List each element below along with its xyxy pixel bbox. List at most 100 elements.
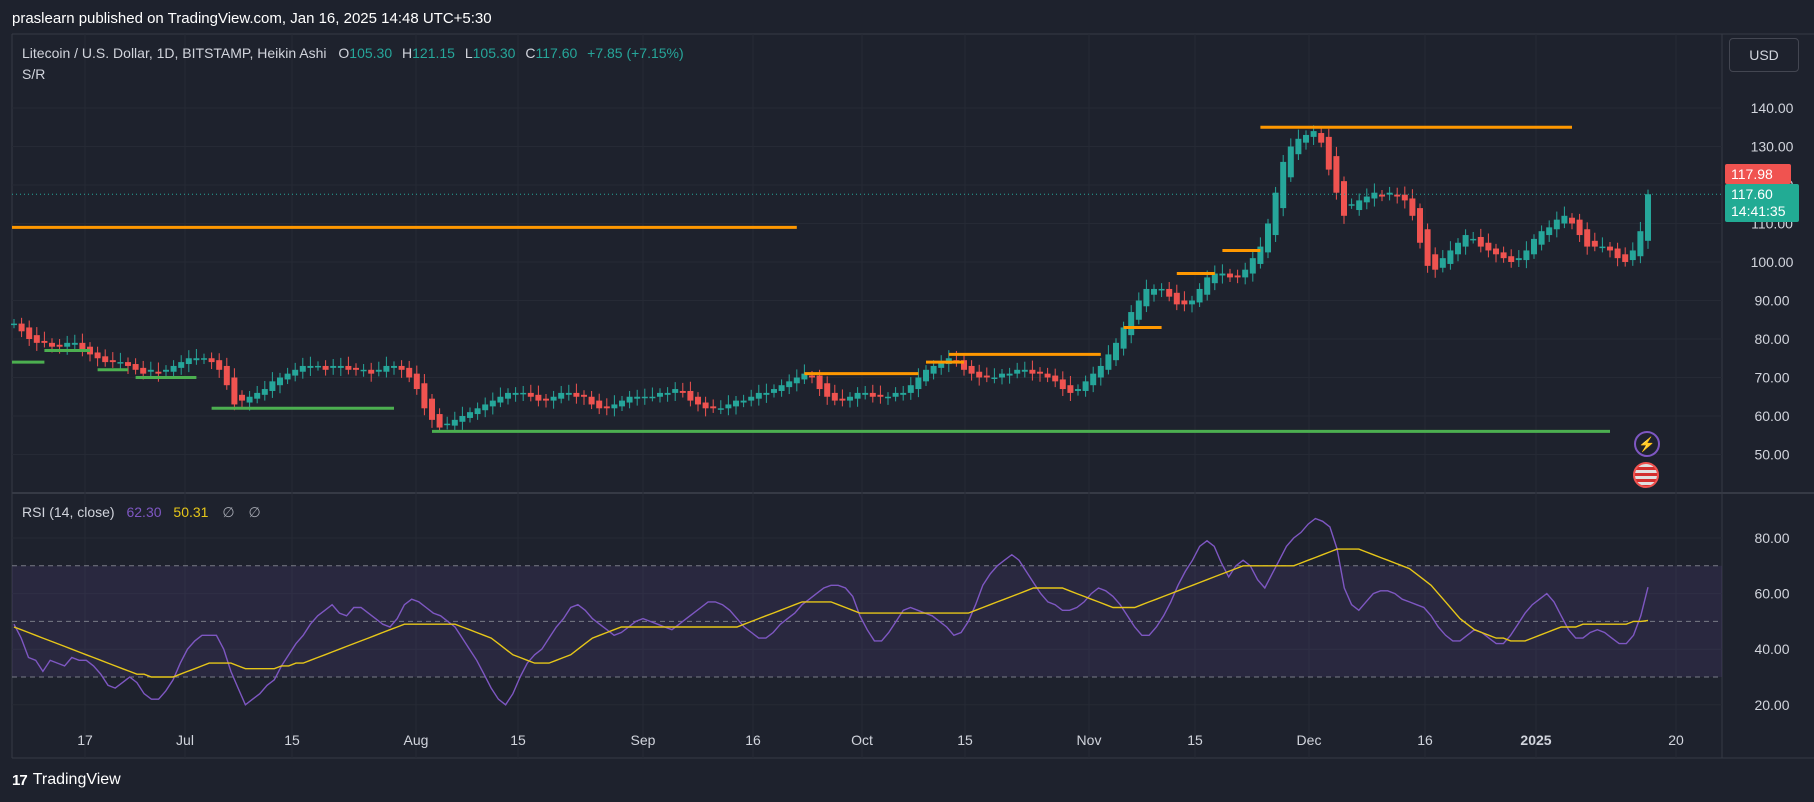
candle-body [1242,269,1249,278]
chart-canvas[interactable]: 17 Jul 15 Aug 15 Sep 16 Oct 15 Nov 15 Dec 16 2025 20 14… [0,0,1814,802]
candle-body [543,398,549,401]
candle-body [550,396,557,401]
candle-body [33,335,40,343]
candle-body [1135,300,1142,320]
candle-body [1303,134,1309,143]
candle-body [1181,300,1188,305]
change-value: +7.85 (+7.15%) [587,45,684,61]
candle-body [497,396,504,403]
candle-body [1629,250,1636,261]
candle-body [930,365,937,374]
us-flag-event-icon[interactable] [1633,462,1659,488]
candle-body [239,394,245,401]
candle-body [284,373,291,380]
candle-body [474,408,481,415]
rsi-tick-label: 40.00 [1754,641,1789,657]
candle-body [1014,369,1021,374]
candle-body [178,362,185,368]
close-label: C [525,45,536,61]
time-tick-label: 17 [77,732,93,748]
candle-body [429,398,435,420]
candle-body [56,344,63,347]
candle-body [1584,229,1591,247]
candle-body [626,396,633,403]
candle-body [1508,256,1515,262]
low-value: 105.30 [472,45,516,61]
rsi-title[interactable]: RSI (14, close) [22,504,115,520]
candle-body [1059,379,1066,390]
candle-body [695,396,701,405]
candle-body [467,412,473,418]
candle-body [1538,231,1545,245]
candle-body [1493,248,1499,255]
candle-body [1546,227,1553,236]
candle-body [1006,373,1013,376]
candle-body [330,365,337,368]
candle-body [185,358,192,365]
candle-body [869,392,876,397]
candle-body [459,416,466,422]
candle-body [1090,373,1097,386]
candle-body [771,389,777,393]
candle-body [1455,242,1461,255]
lightning-event-icon[interactable]: ⚡ [1634,431,1660,457]
candle-body [535,394,542,401]
candle-body [1394,194,1401,197]
candle-body [1333,156,1340,193]
candle-body [505,392,511,399]
open-label: O [338,45,350,61]
candle-body [140,367,147,374]
candle-body [345,365,352,370]
candle-body [1325,136,1332,170]
brand-name: TradingView [32,771,121,788]
candle-body [824,383,831,397]
candle-body [315,365,321,368]
candle-body [1318,133,1325,143]
symbol-title[interactable]: Litecoin / U.S. Dollar, 1D, BITSTAMP, He… [22,45,327,61]
last-price-tag: 117.60 14:41:35 [1725,184,1799,222]
candle-body [520,392,527,395]
candle-body [725,404,732,409]
candle-body [1477,236,1484,247]
rsi-tick-label: 80.00 [1754,530,1789,546]
candle-body [117,362,124,364]
candle-body [1067,385,1074,393]
candle-body [755,392,762,399]
candle-body [558,392,565,399]
price-tick-label: 80.00 [1754,331,1789,347]
time-tick-label: Jul [176,732,194,748]
price-tick-label: 100.00 [1751,254,1794,270]
candle-body [1432,254,1439,270]
candle-body [147,369,154,372]
candle-body [1249,258,1256,274]
candle-body [619,400,625,407]
sr-indicator-label[interactable]: S/R [22,66,45,82]
price-tick-label: 50.00 [1754,447,1789,463]
candle-body [11,323,17,326]
candle-body [277,377,283,386]
candle-body [923,369,929,382]
low-label: L [464,45,473,61]
candle-body [679,390,686,393]
candle-body [322,365,329,370]
candle-body [793,377,800,384]
candle-body [641,396,648,399]
candle-body [573,392,580,397]
candle-body [406,367,413,378]
candle-body [968,365,975,374]
tradingview-logo[interactable]: 17 TradingView [12,771,121,789]
candle-body [163,369,169,372]
candle-body [451,419,458,426]
candle-body [862,392,869,395]
candle-body [49,342,55,347]
candle-body [611,404,618,409]
candle-body [375,369,382,372]
candle-body [786,381,793,388]
currency-button[interactable]: USD [1729,38,1799,72]
candle-body [1128,312,1135,336]
candle-body [383,365,390,372]
candle-body [1379,194,1385,197]
candle-body [809,375,815,378]
candle-body [1386,192,1393,195]
candle-body [1234,275,1241,278]
